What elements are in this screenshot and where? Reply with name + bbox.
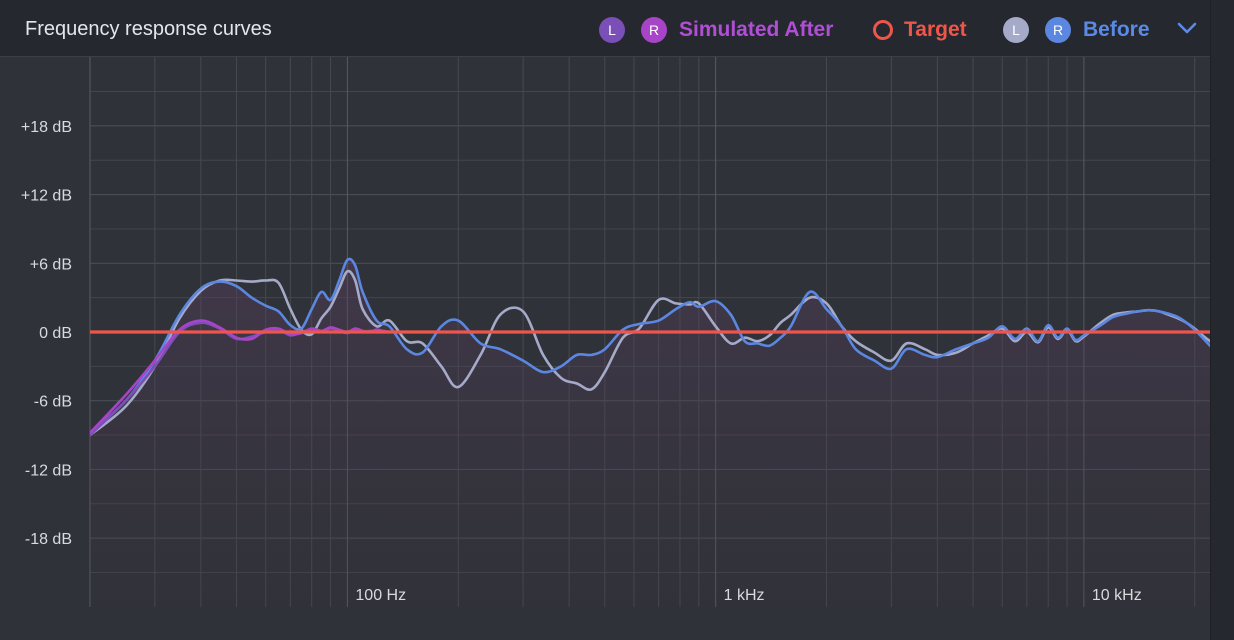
chart-title: Frequency response curves [25,18,272,40]
y-tick-labels: +18 dB +12 dB +6 dB 0 dB -6 dB -12 dB -18 dB [21,119,72,548]
after-right-badge[interactable]: R [641,17,667,43]
frequency-plot: +18 dB +12 dB +6 dB 0 dB -6 dB -12 dB -18 dB 1… [21,57,1210,607]
y-tick-label: -12 dB [25,462,72,479]
chevron-down-icon[interactable] [1176,20,1198,36]
legend-after[interactable]: L R Simulated After [599,15,833,45]
before-right-badge[interactable]: R [1045,17,1071,43]
legend-before[interactable]: L R Before [1003,15,1150,45]
legend-target[interactable]: Target [873,15,967,45]
after-left-badge[interactable]: L [599,17,625,43]
y-tick-label: +12 dB [21,188,72,205]
y-tick-label: -6 dB [34,394,72,411]
x-tick-label: 1 kHz [724,587,765,604]
x-tick-label: 10 kHz [1092,587,1142,604]
after-legend-label[interactable]: Simulated After [679,18,833,42]
y-tick-label: +6 dB [30,256,72,273]
target-ring-icon[interactable] [873,20,893,40]
x-tick-label: 100 Hz [355,587,406,604]
y-tick-label: 0 dB [39,325,72,342]
before-left-badge[interactable]: L [1003,17,1029,43]
chart-header: Frequency response curves L R Simulated … [0,0,1210,57]
target-legend-label[interactable]: Target [904,18,967,42]
before-legend-label[interactable]: Before [1083,18,1150,42]
y-tick-label: -18 dB [25,531,72,548]
right-scroll-strip [1211,0,1234,640]
y-tick-label: +18 dB [21,119,72,136]
